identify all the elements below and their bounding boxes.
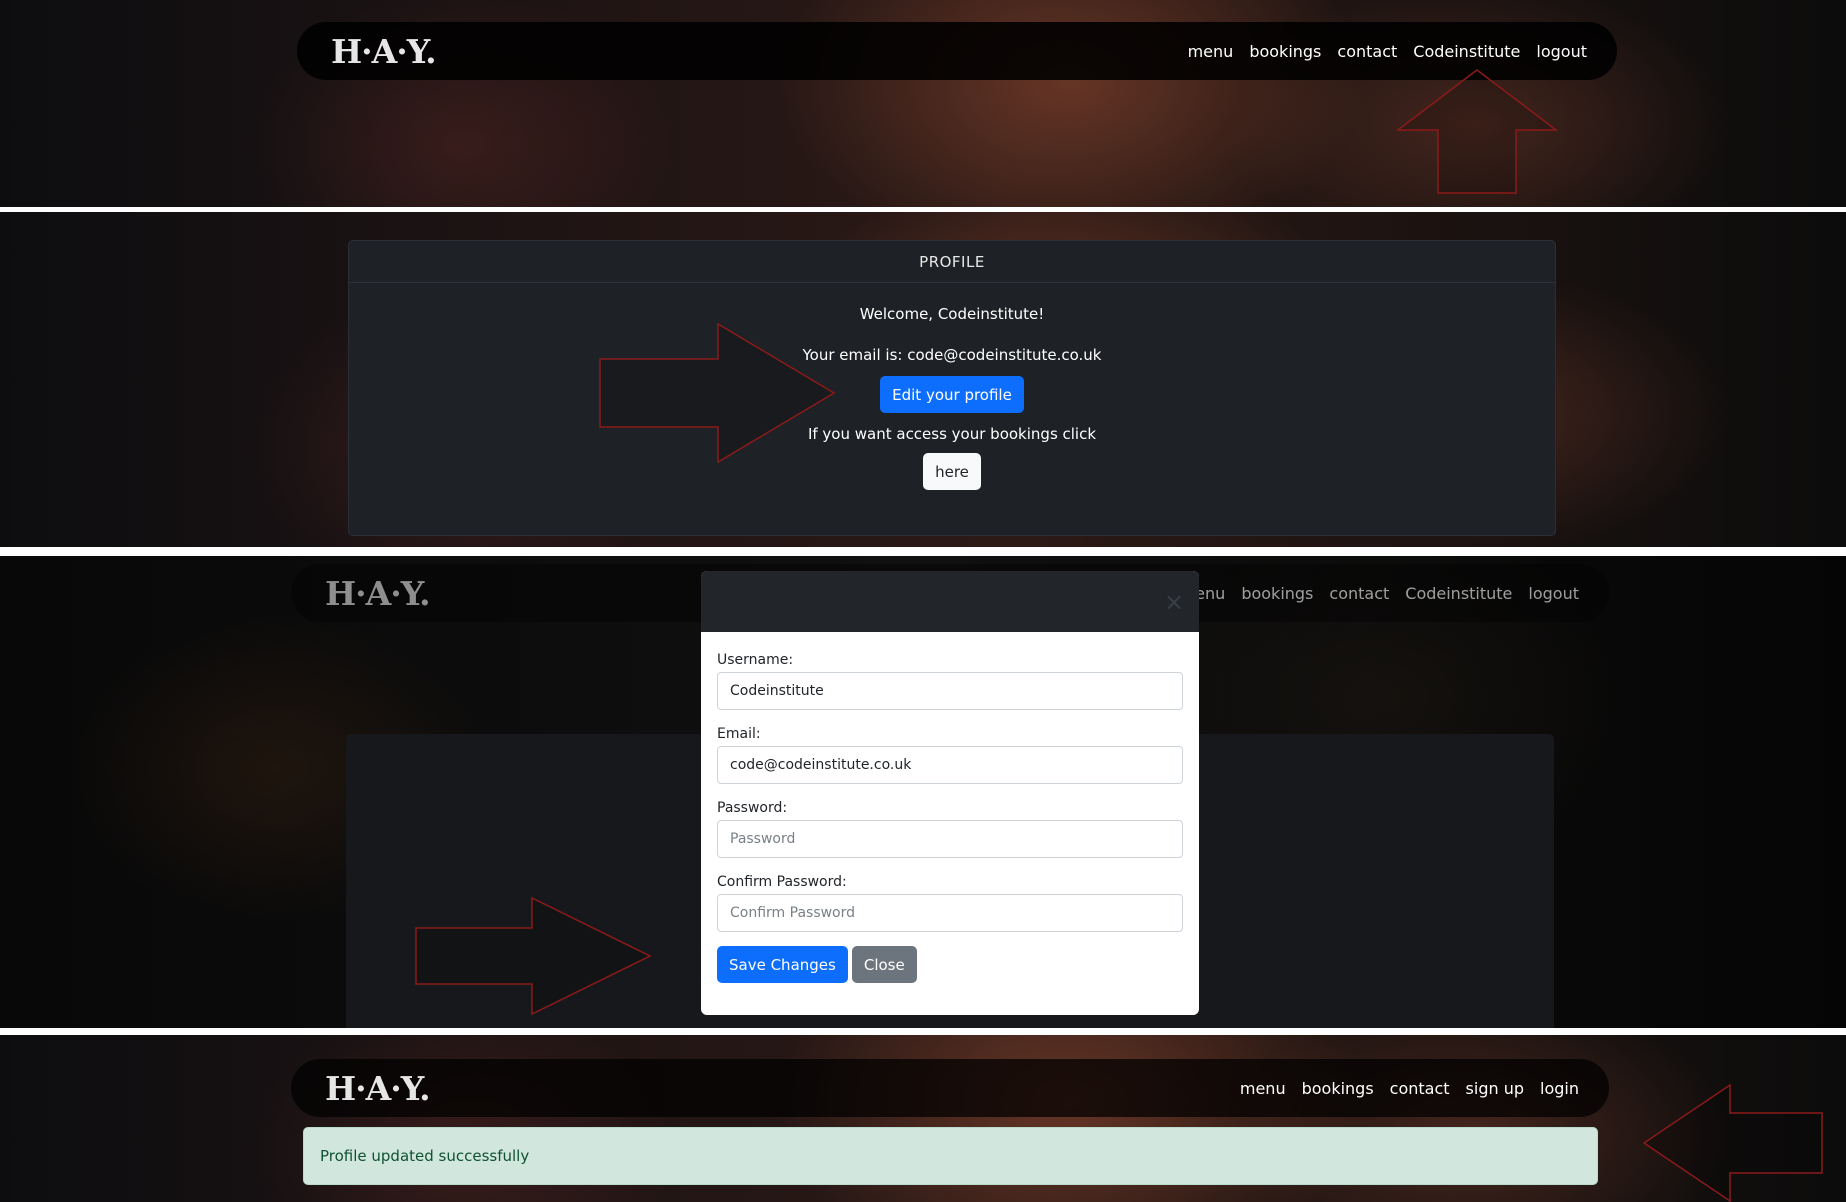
close-button[interactable]: Close — [851, 946, 917, 983]
arrow-left-icon — [1642, 1083, 1823, 1202]
nav-contact[interactable]: contact — [1337, 42, 1397, 61]
arrow-right-icon — [599, 322, 836, 464]
email-input[interactable] — [717, 746, 1183, 784]
confirm-password-label: Confirm Password: — [717, 874, 847, 890]
logo: H·A·Y. — [325, 573, 431, 613]
separator — [0, 547, 1846, 556]
logo[interactable]: H·A·Y. — [331, 32, 437, 71]
panel-navbar: H·A·Y. menu bookings contact Codeinstitu… — [0, 0, 1846, 207]
edit-profile-modal: × Username: Email: Password: Confirm Pas… — [701, 571, 1199, 1015]
nav-profile[interactable]: Codeinstitute — [1413, 42, 1520, 61]
success-alert: Profile updated successfully — [303, 1127, 1598, 1185]
nav-bookings: bookings — [1241, 583, 1314, 603]
nav-links: menu bookings contact Codeinstitute logo… — [1180, 584, 1579, 603]
profile-body: Welcome, Codeinstitute! Your email is: c… — [349, 283, 1555, 490]
nav-bookings[interactable]: bookings — [1302, 1079, 1374, 1098]
nav-links: menu bookings contact Codeinstitute logo… — [1188, 42, 1587, 61]
password-label: Password: — [717, 800, 788, 816]
nav-contact[interactable]: contact — [1390, 1079, 1450, 1098]
panel-edit-modal: H·A·Y. menu bookings contact Codeinstitu… — [0, 556, 1846, 1028]
nav-menu[interactable]: menu — [1240, 1079, 1286, 1098]
save-changes-button[interactable]: Save Changes — [717, 946, 848, 983]
confirm-password-input[interactable] — [717, 894, 1183, 932]
logo[interactable]: H·A·Y. — [325, 1069, 431, 1108]
nav-bookings[interactable]: bookings — [1249, 42, 1321, 61]
panel-success: H·A·Y. menu bookings contact sign up log… — [0, 1035, 1846, 1202]
modal-header: × — [701, 571, 1199, 632]
profile-card: PROFILE Welcome, Codeinstitute! Your ema… — [348, 240, 1556, 536]
arrow-right-icon — [415, 896, 652, 1016]
modal-actions: Save Changes Close — [717, 946, 1183, 983]
separator — [0, 1028, 1846, 1035]
nav-contact: contact — [1329, 583, 1390, 603]
nav-logout[interactable]: logout — [1536, 42, 1587, 61]
nav-menu[interactable]: menu — [1188, 42, 1234, 61]
profile-header: PROFILE — [349, 241, 1555, 283]
nav-login[interactable]: login — [1540, 1079, 1579, 1098]
modal-body: Username: Email: Password: Confirm Passw… — [701, 632, 1199, 983]
welcome-text: Welcome, Codeinstitute! — [859, 305, 1045, 323]
close-icon[interactable]: × — [1163, 590, 1185, 614]
edit-profile-button[interactable]: Edit your profile — [880, 376, 1024, 413]
password-input[interactable] — [717, 820, 1183, 858]
nav-signup[interactable]: sign up — [1466, 1079, 1524, 1098]
arrow-up-icon — [1396, 69, 1558, 194]
bookings-text: If you want access your bookings click — [807, 425, 1097, 443]
username-input[interactable] — [717, 672, 1183, 710]
here-button[interactable]: here — [923, 453, 981, 490]
panel-profile: PROFILE Welcome, Codeinstitute! Your ema… — [0, 212, 1846, 547]
separator — [0, 207, 1846, 212]
navbar: H·A·Y. menu bookings contact sign up log… — [291, 1059, 1609, 1117]
username-label: Username: — [717, 652, 794, 668]
nav-profile: Codeinstitute — [1405, 583, 1513, 603]
nav-logout: logout — [1528, 583, 1579, 603]
nav-links: menu bookings contact sign up login — [1240, 1079, 1579, 1098]
email-text: Your email is: code@codeinstitute.co.uk — [802, 346, 1102, 364]
email-label: Email: — [717, 726, 761, 742]
